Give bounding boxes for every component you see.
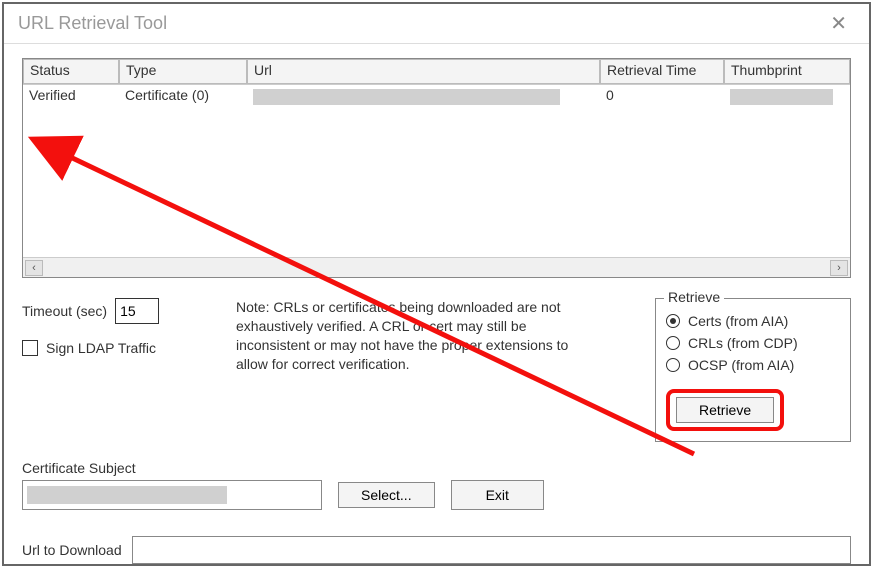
- url-to-download-label: Url to Download: [22, 542, 122, 558]
- radio-crls[interactable]: [666, 336, 680, 350]
- redacted-url: [253, 89, 560, 105]
- horizontal-scrollbar[interactable]: ‹ ›: [23, 257, 850, 277]
- redacted-thumbprint: [730, 89, 833, 105]
- retrieve-button-highlight: Retrieve: [666, 389, 784, 431]
- cell-retrieval-time: 0: [600, 85, 724, 111]
- titlebar: URL Retrieval Tool ✕: [4, 4, 869, 44]
- certificate-subject-label: Certificate Subject: [22, 460, 851, 476]
- retrieve-button[interactable]: Retrieve: [676, 397, 774, 423]
- col-header-thumbprint[interactable]: Thumbprint: [724, 59, 850, 84]
- note-text: Note: CRLs or certificates being downloa…: [232, 298, 612, 442]
- radio-ocsp[interactable]: [666, 358, 680, 372]
- scroll-right-icon[interactable]: ›: [830, 260, 848, 276]
- col-header-retrieval-time[interactable]: Retrieval Time: [600, 59, 724, 84]
- url-to-download-input[interactable]: [132, 536, 851, 564]
- window-frame: URL Retrieval Tool ✕ Status Type Url Ret…: [2, 2, 871, 566]
- retrieve-groupbox: Retrieve Certs (from AIA) CRLs (from CDP…: [655, 298, 851, 442]
- col-header-type[interactable]: Type: [119, 59, 247, 84]
- certificate-subject-input[interactable]: [22, 480, 322, 510]
- close-icon[interactable]: ✕: [822, 7, 855, 40]
- scroll-left-icon[interactable]: ‹: [25, 260, 43, 276]
- results-grid: Status Type Url Retrieval Time Thumbprin…: [22, 58, 851, 278]
- table-row[interactable]: Verified Certificate (0) 0: [23, 85, 850, 111]
- cell-url: [247, 85, 600, 111]
- radio-certs[interactable]: [666, 314, 680, 328]
- cell-type: Certificate (0): [119, 85, 247, 111]
- redacted-subject: [27, 486, 227, 504]
- col-header-status[interactable]: Status: [23, 59, 119, 84]
- grid-header: Status Type Url Retrieval Time Thumbprin…: [23, 59, 850, 85]
- exit-button[interactable]: Exit: [451, 480, 544, 510]
- radio-certs-label: Certs (from AIA): [688, 313, 788, 329]
- timeout-input[interactable]: [115, 298, 159, 324]
- sign-ldap-label: Sign LDAP Traffic: [46, 340, 156, 356]
- sign-ldap-checkbox[interactable]: [22, 340, 38, 356]
- cell-thumbprint: [724, 85, 850, 111]
- col-header-url[interactable]: Url: [247, 59, 600, 84]
- cell-status: Verified: [23, 85, 119, 111]
- radio-ocsp-label: OCSP (from AIA): [688, 357, 794, 373]
- timeout-label: Timeout (sec): [22, 303, 107, 319]
- window-title: URL Retrieval Tool: [18, 13, 167, 34]
- select-button[interactable]: Select...: [338, 482, 435, 508]
- retrieve-legend: Retrieve: [664, 289, 724, 305]
- radio-crls-label: CRLs (from CDP): [688, 335, 798, 351]
- grid-body: Verified Certificate (0) 0: [23, 85, 850, 257]
